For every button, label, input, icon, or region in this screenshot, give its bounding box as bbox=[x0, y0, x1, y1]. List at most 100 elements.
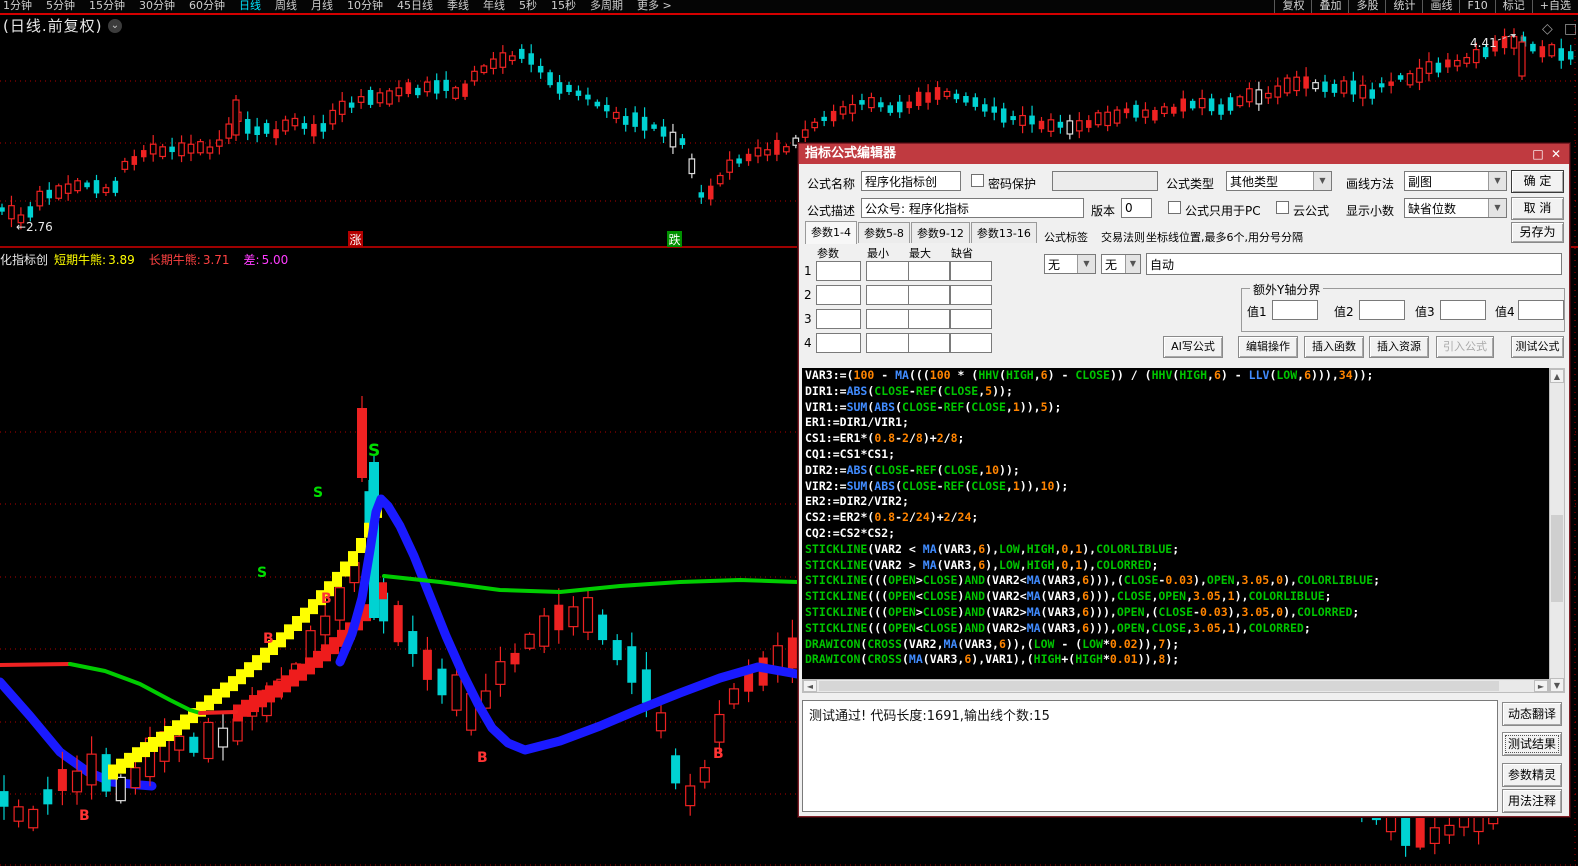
tab-参数1-4[interactable]: 参数1-4 bbox=[805, 221, 857, 244]
param-input-r1c4[interactable] bbox=[950, 261, 992, 281]
param-input-r3c4[interactable] bbox=[950, 309, 992, 329]
menu-item-14[interactable]: 多周期 bbox=[590, 0, 623, 13]
tool-menu-item-6[interactable]: 标记 bbox=[1495, 0, 1532, 13]
menu-item-8[interactable]: 10分钟 bbox=[347, 0, 383, 13]
tool-menu-item-2[interactable]: 多股 bbox=[1348, 0, 1385, 13]
action-button-测试公式[interactable]: 测试公式 bbox=[1511, 336, 1564, 358]
param-input-r1c3[interactable] bbox=[908, 261, 950, 281]
dropdown-arrow-icon[interactable]: ▼ bbox=[1125, 255, 1140, 273]
tab-参数13-16[interactable]: 参数13-16 bbox=[971, 222, 1037, 243]
action-button-编辑操作[interactable]: 编辑操作 bbox=[1238, 336, 1298, 358]
scroll-left-icon[interactable]: ◄ bbox=[803, 680, 817, 692]
coordline-input[interactable] bbox=[1146, 253, 1562, 275]
dialog-title: 指标公式编辑器 bbox=[805, 146, 896, 161]
tab-参数9-12[interactable]: 参数9-12 bbox=[911, 222, 970, 243]
scroll-right-icon[interactable]: ► bbox=[1534, 680, 1548, 692]
decimal-select[interactable]: 缺省位数 ▼ bbox=[1404, 198, 1507, 218]
chart-mode-header[interactable]: (日线.前复权) ⌄ bbox=[3, 15, 122, 36]
side-button-用法注释[interactable]: 用法注释 bbox=[1502, 789, 1562, 813]
menu-item-15[interactable]: 更多 > bbox=[637, 0, 672, 13]
vertical-scrollbar[interactable]: ▲ ▼ bbox=[1549, 368, 1565, 693]
param-input-r1c2[interactable] bbox=[866, 261, 911, 281]
param-input-r3c1[interactable] bbox=[816, 309, 861, 329]
tool-menu-item-3[interactable]: 统计 bbox=[1385, 0, 1422, 13]
param-input-r2c2[interactable] bbox=[866, 285, 911, 305]
menu-item-3[interactable]: 30分钟 bbox=[139, 0, 175, 13]
dialog-titlebar[interactable]: 指标公式编辑器 □ ✕ bbox=[799, 144, 1569, 164]
draw-method-select[interactable]: 副图 ▼ bbox=[1404, 171, 1507, 191]
param-input-r4c3[interactable] bbox=[908, 333, 950, 353]
param-header-3: 缺省 bbox=[951, 245, 973, 261]
param-input-r4c1[interactable] bbox=[816, 333, 861, 353]
ok-button[interactable]: 确 定 bbox=[1511, 170, 1564, 193]
save-as-button[interactable]: 另存为 bbox=[1511, 222, 1564, 243]
tool-menu-item-7[interactable]: +自选 bbox=[1532, 0, 1578, 13]
formula-tag-select[interactable]: 无 ▼ bbox=[1044, 254, 1096, 274]
test-result-box: 测试通过! 代码长度:1691,输出线个数:15 bbox=[802, 700, 1498, 812]
password-checkbox[interactable] bbox=[971, 174, 984, 187]
test-result-text: 测试通过! 代码长度:1691,输出线个数:15 bbox=[809, 709, 1050, 724]
tool-menu-item-5[interactable]: F10 bbox=[1459, 0, 1494, 13]
action-button-插入函数[interactable]: 插入函数 bbox=[1304, 336, 1364, 358]
code-editor[interactable]: VAR3:=(100 - MA(((100 * (HHV(HIGH,6) - C… bbox=[802, 368, 1549, 679]
tool-menu-item-1[interactable]: 叠加 bbox=[1311, 0, 1348, 13]
dropdown-arrow-icon[interactable]: ▼ bbox=[1488, 199, 1506, 217]
side-button-动态翻译[interactable]: 动态翻译 bbox=[1502, 702, 1562, 726]
maximize-icon[interactable]: □ bbox=[1529, 144, 1547, 164]
scroll-up-icon[interactable]: ▲ bbox=[1550, 369, 1564, 383]
dropdown-arrow-icon[interactable]: ▼ bbox=[1313, 172, 1331, 190]
menu-item-4[interactable]: 60分钟 bbox=[189, 0, 225, 13]
code-line: STICKLINE(((OPEN>CLOSE)AND(VAR2>MA(VAR3,… bbox=[802, 605, 1549, 621]
param-input-r2c4[interactable] bbox=[950, 285, 992, 305]
menu-item-7[interactable]: 月线 bbox=[311, 0, 333, 13]
menu-item-2[interactable]: 15分钟 bbox=[89, 0, 125, 13]
tool-menu-item-0[interactable]: 复权 bbox=[1274, 0, 1311, 13]
chevron-down-icon[interactable]: ⌄ bbox=[108, 19, 122, 33]
dropdown-arrow-icon[interactable]: ▼ bbox=[1488, 172, 1506, 190]
trade-rule-select[interactable]: 无 ▼ bbox=[1101, 254, 1141, 274]
side-button-参数精灵[interactable]: 参数精灵 bbox=[1502, 763, 1562, 787]
scroll-down-icon[interactable]: ▼ bbox=[1550, 678, 1564, 692]
menu-item-12[interactable]: 5秒 bbox=[519, 0, 537, 13]
extra-y-input-4[interactable] bbox=[1518, 300, 1564, 320]
param-input-r2c1[interactable] bbox=[816, 285, 861, 305]
action-button-插入资源[interactable]: 插入资源 bbox=[1369, 336, 1429, 358]
pc-only-checkbox[interactable] bbox=[1168, 201, 1181, 214]
action-button-AI写公式[interactable]: AI写公式 bbox=[1163, 336, 1223, 358]
menu-item-9[interactable]: 45日线 bbox=[397, 0, 433, 13]
menu-item-13[interactable]: 15秒 bbox=[551, 0, 576, 13]
menu-item-10[interactable]: 季线 bbox=[447, 0, 469, 13]
formula-type-select[interactable]: 其他类型 ▼ bbox=[1226, 171, 1332, 191]
param-input-r2c3[interactable] bbox=[908, 285, 950, 305]
formula-type-value: 其他类型 bbox=[1230, 173, 1278, 190]
formula-name-input[interactable] bbox=[861, 171, 961, 191]
code-line: CS2:=ER2*(0.8-2/24)+2/24; bbox=[802, 510, 1549, 526]
buy-signal-marker: B bbox=[79, 808, 90, 824]
param-input-r1c1[interactable] bbox=[816, 261, 861, 281]
version-input[interactable] bbox=[1121, 198, 1152, 218]
extra-y-input-1[interactable] bbox=[1272, 300, 1318, 320]
extra-y-input-2[interactable] bbox=[1359, 300, 1405, 320]
param-input-r3c3[interactable] bbox=[908, 309, 950, 329]
horizontal-scrollbar[interactable]: ◄ ► bbox=[802, 679, 1549, 693]
close-icon[interactable]: ✕ bbox=[1547, 144, 1565, 164]
menu-item-11[interactable]: 年线 bbox=[483, 0, 505, 13]
param-input-r4c4[interactable] bbox=[950, 333, 992, 353]
menu-item-1[interactable]: 5分钟 bbox=[46, 0, 75, 13]
cloud-formula-checkbox[interactable] bbox=[1276, 201, 1289, 214]
scrollbar-thumb[interactable] bbox=[1551, 515, 1563, 602]
version-label: 版本 bbox=[1091, 202, 1115, 219]
menu-item-0[interactable]: 1分钟 bbox=[3, 0, 32, 13]
param-input-r4c2[interactable] bbox=[866, 333, 911, 353]
dropdown-arrow-icon[interactable]: ▼ bbox=[1077, 255, 1095, 273]
cancel-button[interactable]: 取 消 bbox=[1511, 197, 1564, 220]
menu-item-5[interactable]: 日线 bbox=[239, 0, 261, 13]
tool-menu-item-4[interactable]: 画线 bbox=[1422, 0, 1459, 13]
scrollbar-thumb[interactable] bbox=[819, 681, 1499, 691]
param-input-r3c2[interactable] bbox=[866, 309, 911, 329]
side-button-测试结果[interactable]: 测试结果 bbox=[1502, 732, 1562, 756]
menu-item-6[interactable]: 周线 bbox=[275, 0, 297, 13]
tab-参数5-8[interactable]: 参数5-8 bbox=[858, 222, 910, 243]
formula-desc-input[interactable] bbox=[861, 198, 1084, 218]
extra-y-input-3[interactable] bbox=[1440, 300, 1486, 320]
